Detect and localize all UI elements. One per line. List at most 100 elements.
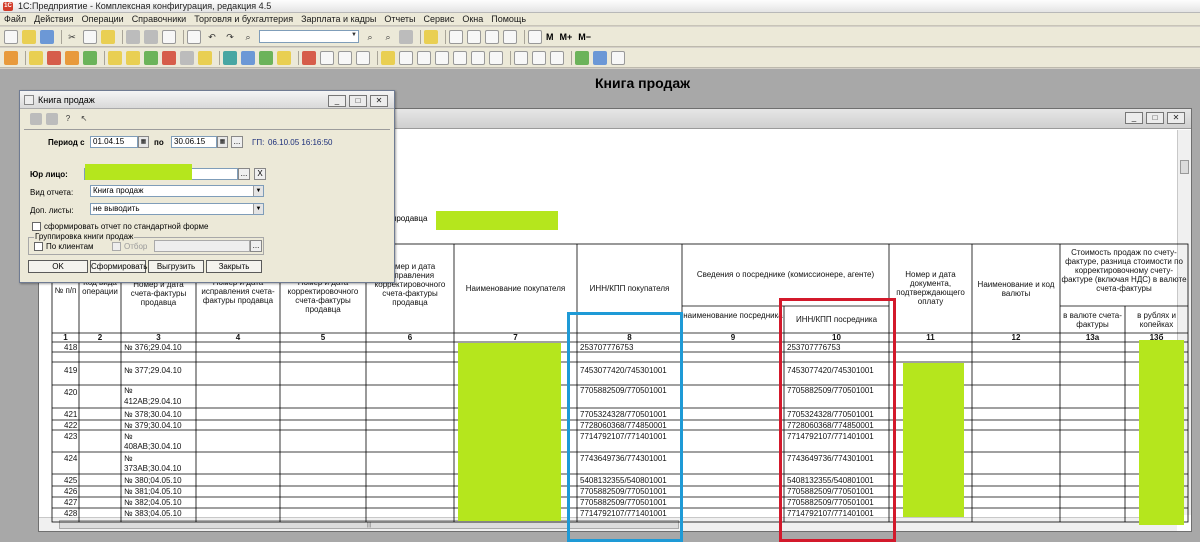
menu-directories[interactable]: Справочники [132,14,187,24]
module-icon[interactable] [435,50,449,65]
generate-button[interactable]: Сформировать [90,260,147,273]
legal-entity-clear-button[interactable]: X [254,168,266,180]
module-icon[interactable] [532,50,546,65]
memo-icon[interactable] [503,29,517,44]
minimize-icon[interactable]: _ [1125,112,1143,124]
print-preview-icon[interactable] [144,29,158,44]
module-icon[interactable] [198,50,212,65]
module-icon[interactable] [550,50,564,65]
legal-entity-select-button[interactable]: ... [238,168,250,180]
pointer-help-icon[interactable]: ↖ [78,113,90,125]
help-book-icon[interactable] [528,29,542,44]
scroll-thumb[interactable] [1180,160,1189,174]
module-icon[interactable] [144,50,158,65]
undo-icon[interactable]: ↶ [205,30,219,44]
page-setup-icon[interactable] [162,29,176,44]
hint-icon[interactable] [424,29,438,44]
chevron-down-icon[interactable]: ▼ [253,204,263,214]
open-folder-icon[interactable] [22,29,36,44]
close-icon[interactable]: ✕ [1167,112,1185,124]
module-icon[interactable] [417,50,431,65]
close-icon[interactable]: ✕ [370,95,388,107]
menu-service[interactable]: Сервис [424,14,455,24]
module-icon[interactable] [338,50,352,65]
save-icon[interactable] [40,29,54,44]
memory-button[interactable]: M [546,32,554,42]
filter-checkbox[interactable] [112,242,121,251]
module-icon[interactable] [381,50,395,65]
module-icon[interactable] [259,50,273,65]
memory-minus-button[interactable]: M− [578,32,591,42]
calendar-icon[interactable]: ▦ [138,136,149,148]
period-select-button[interactable]: ... [231,136,243,148]
calendar-icon[interactable] [467,29,481,44]
report-type-select[interactable]: Книга продаж ▼ [90,185,264,197]
message-icon[interactable] [485,29,499,44]
settings-load-icon[interactable] [30,113,42,125]
extra-sheets-select[interactable]: не выводить ▼ [90,203,264,215]
module-icon[interactable] [241,50,255,65]
export-button[interactable]: Выгрузить [148,260,204,273]
module-icon[interactable] [611,50,625,65]
ok-button[interactable]: OK [28,260,88,273]
module-icon[interactable] [593,50,607,65]
search-combobox[interactable] [259,30,359,43]
minimize-icon[interactable]: _ [328,95,346,107]
maximize-icon[interactable]: □ [1146,112,1164,124]
module-icon[interactable] [575,50,589,65]
module-icon[interactable] [4,50,18,65]
filter-select-button[interactable]: ... [250,240,262,252]
module-icon[interactable] [320,50,334,65]
module-icon[interactable] [108,50,122,65]
find-next-icon[interactable]: ⌕ [363,30,377,44]
module-icon[interactable] [302,50,316,65]
menu-windows[interactable]: Окна [462,14,483,24]
form-icon[interactable] [187,29,201,44]
module-icon[interactable] [514,50,528,65]
module-icon[interactable] [162,50,176,65]
by-clients-checkbox[interactable] [34,242,43,251]
module-icon[interactable] [65,50,79,65]
settings-save-icon[interactable] [46,113,58,125]
print-icon[interactable] [126,29,140,44]
module-icon[interactable] [356,50,370,65]
period-from-input[interactable]: 01.04.15 [90,136,138,148]
new-document-icon[interactable] [4,29,18,44]
menu-file[interactable]: Файл [4,14,26,24]
menu-trade-accounting[interactable]: Торговля и бухгалтерия [194,14,293,24]
module-icon[interactable] [277,50,291,65]
replace-icon[interactable] [399,29,413,44]
menu-payroll-hr[interactable]: Зарплата и кадры [301,14,376,24]
filter-input[interactable] [154,240,250,252]
paste-icon[interactable] [101,29,115,44]
menu-reports[interactable]: Отчеты [384,14,415,24]
module-icon[interactable] [29,50,43,65]
chevron-down-icon[interactable]: ▼ [253,186,263,196]
period-to-input[interactable]: 30.06.15 [171,136,217,148]
dialog-titlebar[interactable]: Книга продаж _ □ ✕ [20,91,394,109]
find-prev-icon[interactable]: ⌕ [381,30,395,44]
module-icon[interactable] [489,50,503,65]
module-icon[interactable] [223,50,237,65]
menu-operations[interactable]: Операции [82,14,124,24]
module-icon[interactable] [126,50,140,65]
maximize-icon[interactable]: □ [349,95,367,107]
redo-icon[interactable]: ↷ [223,30,237,44]
memory-plus-button[interactable]: M+ [560,32,573,42]
help-icon[interactable]: ? [62,113,74,125]
module-icon[interactable] [471,50,485,65]
standard-form-checkbox[interactable] [32,222,41,231]
module-icon[interactable] [399,50,413,65]
cut-icon[interactable]: ✂ [65,30,79,44]
module-icon[interactable] [47,50,61,65]
menu-actions[interactable]: Действия [34,14,73,24]
close-button[interactable]: Закрыть [206,260,262,273]
calculator-icon[interactable] [449,29,463,44]
module-icon[interactable] [453,50,467,65]
copy-icon[interactable] [83,29,97,44]
menu-help[interactable]: Помощь [491,14,526,24]
module-icon[interactable] [180,50,194,65]
find-icon[interactable]: ⌕ [241,30,255,44]
module-icon[interactable] [83,50,97,65]
calendar-icon[interactable]: ▦ [217,136,228,148]
